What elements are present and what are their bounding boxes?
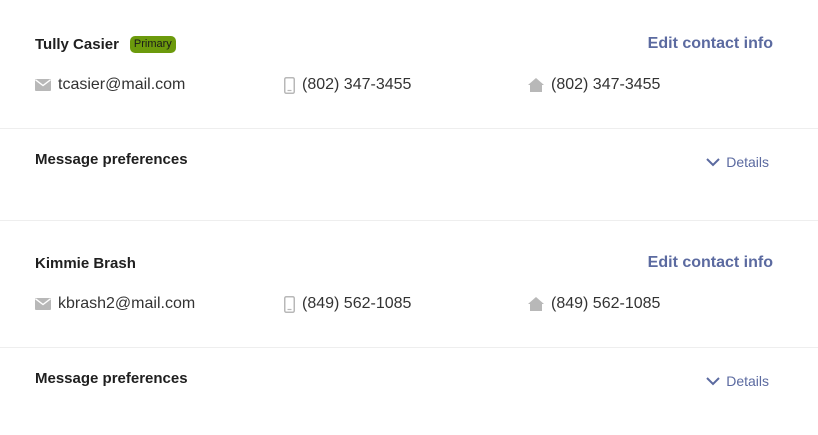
envelope-icon (35, 298, 51, 310)
home-phone-value: (802) 347-3455 (551, 76, 661, 93)
contact-header: Tully Casier Primary (35, 35, 176, 53)
home-phone-value: (849) 562-1085 (551, 295, 661, 312)
contact-name: Kimmie Brash (35, 254, 136, 272)
email-info: tcasier@mail.com (35, 76, 185, 94)
primary-badge: Primary (129, 35, 176, 53)
details-label: Details (726, 154, 769, 170)
divider (0, 220, 818, 221)
details-toggle[interactable]: Details (706, 154, 769, 170)
contact-info-row: tcasier@mail.com (802) 347-3455 (802) 34… (0, 76, 818, 96)
details-label: Details (726, 373, 769, 389)
email-value: kbrash2@mail.com (58, 295, 196, 312)
contact-info-row: kbrash2@mail.com (849) 562-1085 (849) 56… (0, 295, 818, 315)
divider (0, 128, 818, 129)
edit-contact-info-link[interactable]: Edit contact info (648, 254, 773, 272)
contact-header: Kimmie Brash (35, 254, 136, 272)
mobile-phone-value: (802) 347-3455 (302, 76, 412, 93)
details-toggle[interactable]: Details (706, 373, 769, 389)
home-phone-info: (802) 347-3455 (528, 76, 660, 94)
message-preferences-title: Message preferences (35, 370, 188, 387)
mobile-phone-value: (849) 562-1085 (302, 295, 412, 312)
mobile-phone-icon (284, 76, 295, 94)
email-info: kbrash2@mail.com (35, 295, 195, 313)
message-preferences-title: Message preferences (35, 151, 188, 168)
email-value: tcasier@mail.com (58, 76, 186, 93)
chevron-down-icon (706, 157, 720, 167)
edit-contact-info-link[interactable]: Edit contact info (648, 35, 773, 53)
home-icon (528, 78, 544, 92)
mobile-phone-info: (849) 562-1085 (284, 295, 411, 313)
home-phone-info: (849) 562-1085 (528, 295, 660, 313)
chevron-down-icon (706, 376, 720, 386)
mobile-phone-icon (284, 295, 295, 313)
envelope-icon (35, 79, 51, 91)
contact-name: Tully Casier (35, 35, 119, 53)
mobile-phone-info: (802) 347-3455 (284, 76, 411, 94)
divider (0, 347, 818, 348)
home-icon (528, 297, 544, 311)
